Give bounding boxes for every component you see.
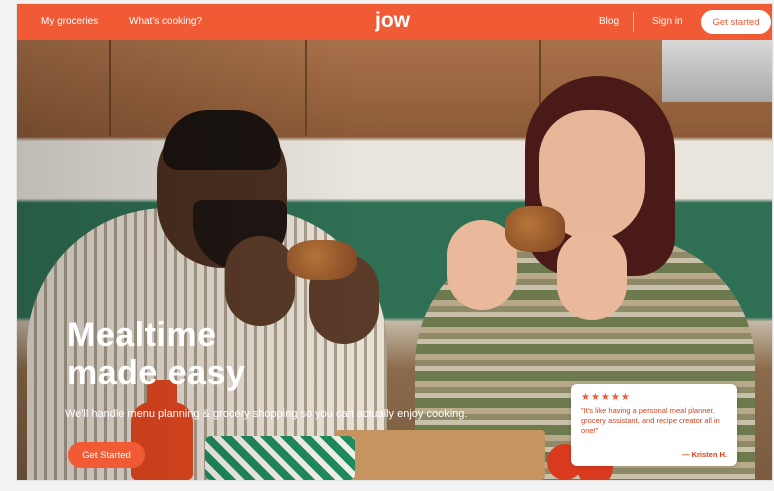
review-quote: "It's like having a personal meal planne… (581, 406, 720, 435)
jow-logo[interactable]: jow (374, 8, 425, 36)
nav-divider (633, 12, 634, 32)
nav-link-blog[interactable]: Blog (599, 16, 619, 27)
hero-headline: Mealtime made easy (67, 316, 246, 392)
top-navigation: My groceries What's cooking? jow Blog Si… (17, 4, 772, 40)
hero-section: Mealtime made easy We'll handle menu pla… (17, 40, 772, 480)
review-author: — Kristen H. (681, 450, 727, 459)
star-icon: ★★★★★ (581, 392, 631, 403)
get-started-nav-button[interactable]: Get started (701, 10, 771, 34)
browser-viewport: My groceries What's cooking? jow Blog Si… (17, 4, 772, 480)
get-started-hero-button[interactable]: Get Started (68, 442, 145, 468)
hero-subline: We'll handle menu planning & grocery sho… (65, 408, 468, 420)
nav-link-my-groceries[interactable]: My groceries (41, 16, 98, 27)
nav-link-whats-cooking[interactable]: What's cooking? (129, 16, 202, 27)
logo-text: jow (375, 9, 411, 32)
review-card: ★★★★★ "It's like having a personal meal … (571, 384, 737, 466)
nav-link-sign-in[interactable]: Sign in (652, 16, 683, 27)
